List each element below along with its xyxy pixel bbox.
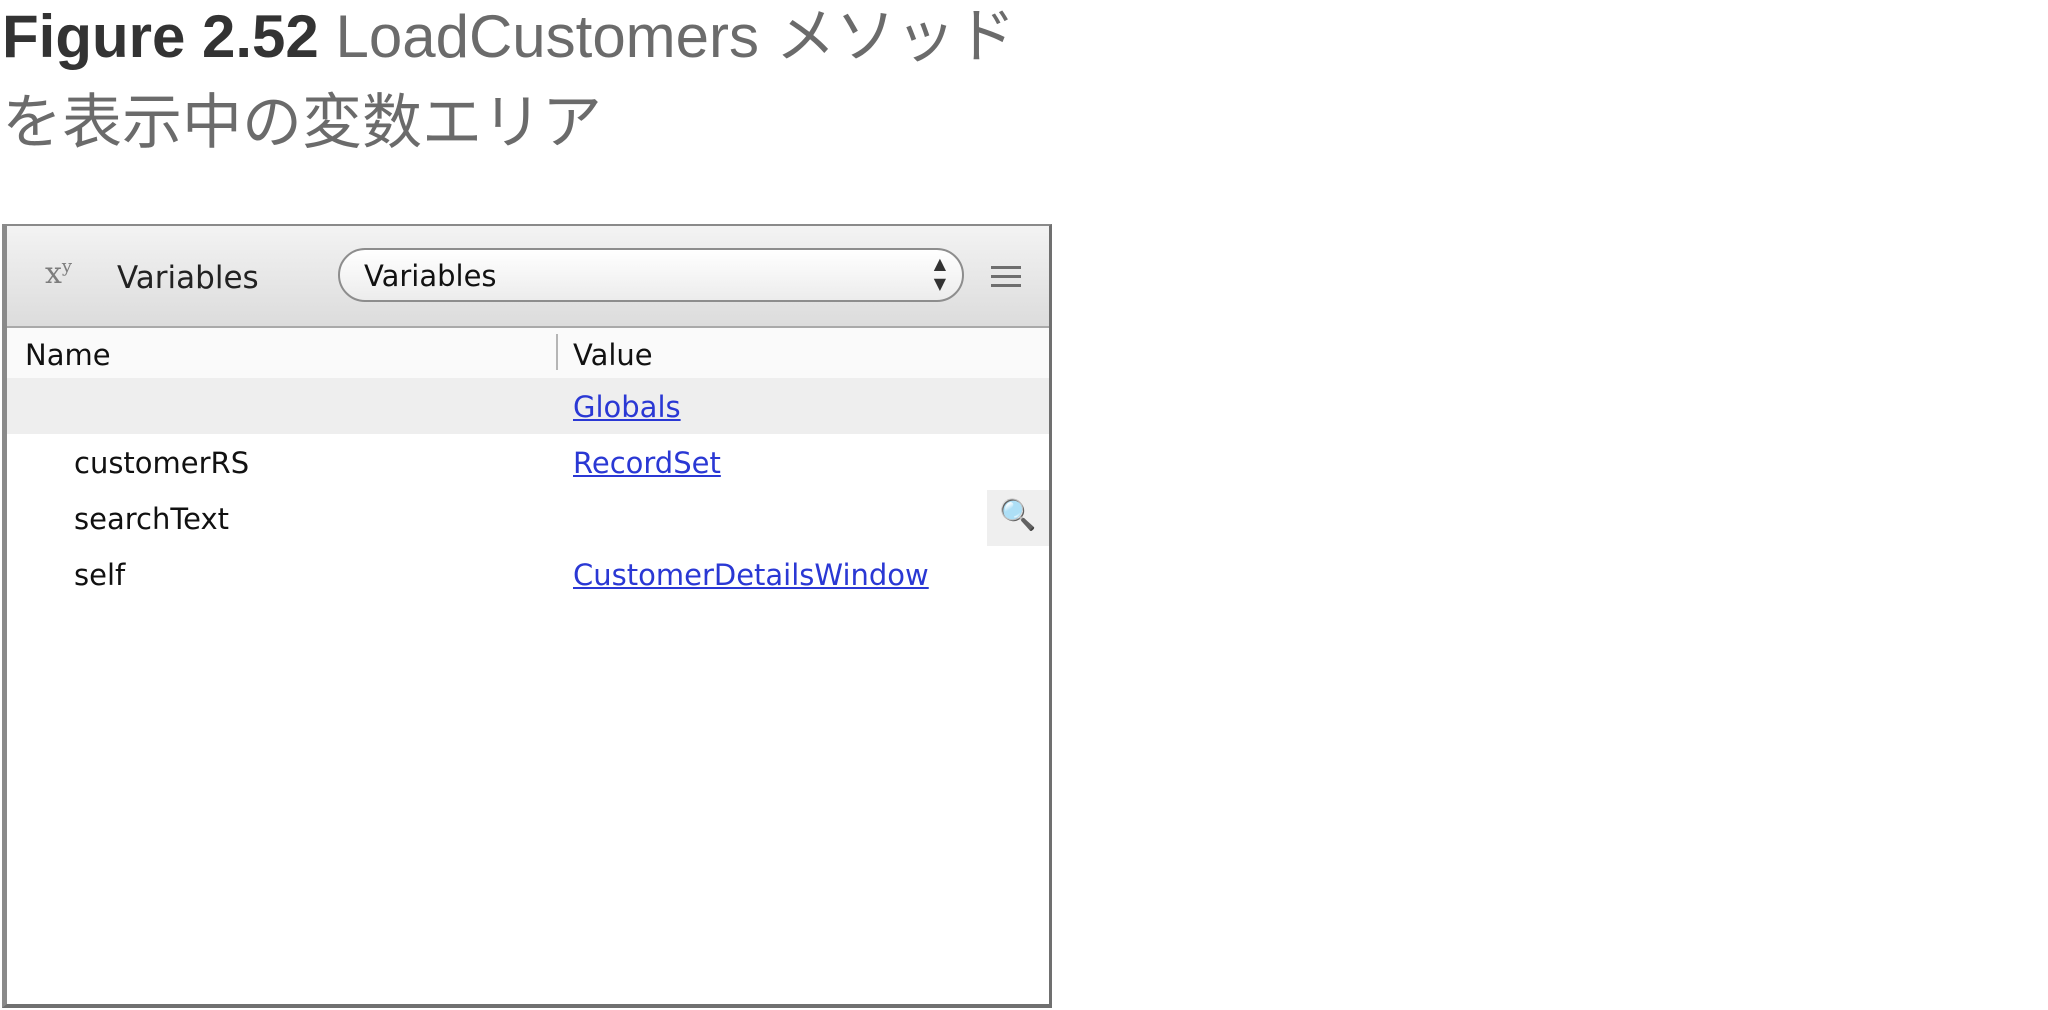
table-header: Name Value: [7, 328, 1049, 379]
inspect-button[interactable]: 🔍: [987, 490, 1049, 546]
variable-value-link[interactable]: Globals: [573, 390, 681, 424]
column-header-value[interactable]: Value: [573, 338, 653, 372]
variable-value-link[interactable]: RecordSet: [573, 446, 721, 480]
hamburger-menu-icon[interactable]: [991, 266, 1021, 293]
variables-xy-icon: xy: [45, 256, 73, 291]
figure-caption: Figure 2.52 LoadCustomers メソッドを表示中の変数エリア: [2, 0, 1042, 166]
scope-select-value: Variables: [364, 259, 497, 293]
variable-name: customerRS: [74, 446, 250, 480]
variable-name: self: [74, 558, 126, 592]
panel-toolbar: xy Variables Variables ▲ ▼: [7, 226, 1049, 328]
table-row[interactable]: searchText 🔍: [7, 490, 1049, 546]
table-row[interactable]: customerRS RecordSet: [7, 434, 1049, 490]
panel-title: Variables: [117, 260, 259, 296]
variable-value-link[interactable]: CustomerDetailsWindow: [573, 558, 929, 592]
scope-select[interactable]: Variables ▲ ▼: [338, 248, 964, 302]
chevron-up-down-icon: ▲ ▼: [933, 254, 946, 293]
variables-panel: xy Variables Variables ▲ ▼ Name Value Glo…: [2, 224, 1052, 1008]
variables-table-body: Globals customerRS RecordSet searchText …: [7, 378, 1049, 602]
table-row[interactable]: self CustomerDetailsWindow: [7, 546, 1049, 602]
table-row[interactable]: Globals: [7, 378, 1049, 434]
variable-name: searchText: [74, 502, 229, 536]
column-divider[interactable]: [556, 334, 558, 370]
column-header-name[interactable]: Name: [25, 338, 111, 372]
magnifier-pencil-icon: 🔍: [999, 498, 1037, 533]
figure-label: Figure 2.52: [2, 3, 319, 70]
